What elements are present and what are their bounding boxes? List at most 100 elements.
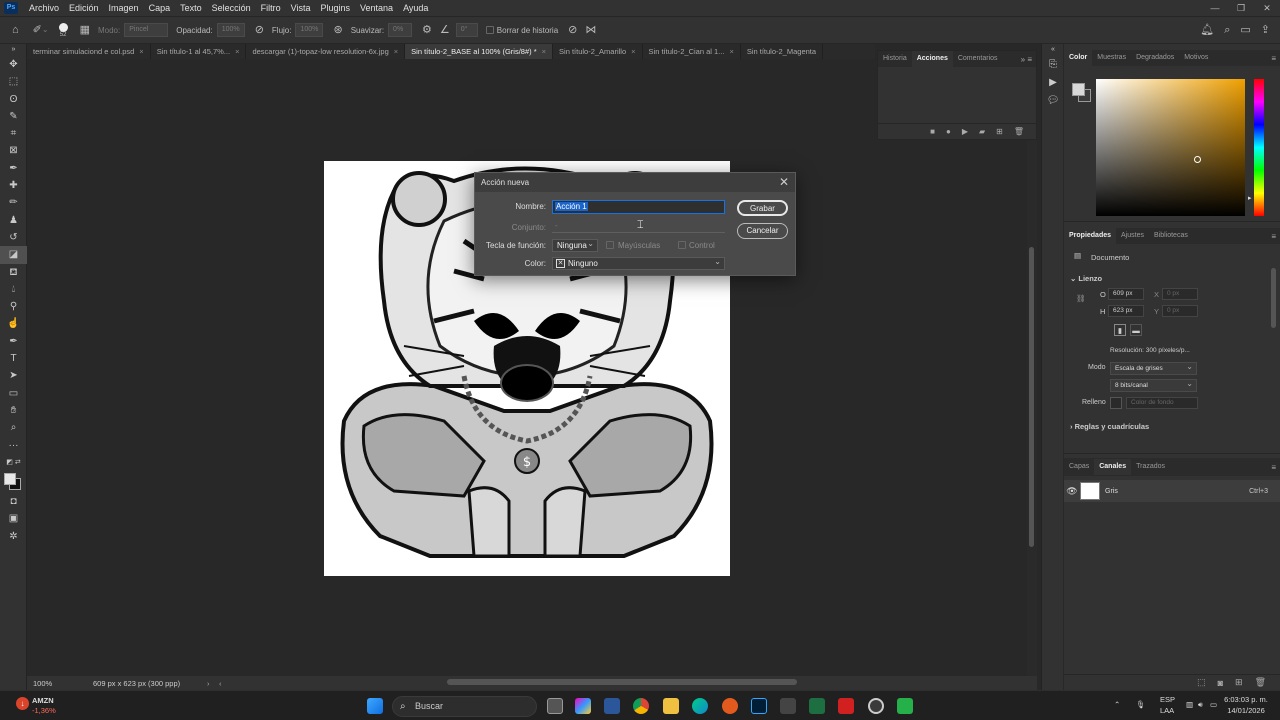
restore-icon[interactable]: ❐	[1228, 0, 1254, 16]
load-selection-icon[interactable]: ⬚	[1197, 677, 1206, 688]
eraser-tool-active-icon[interactable]: ◪	[0, 246, 27, 264]
landscape-orientation-icon[interactable]: ▬	[1130, 324, 1142, 336]
photoshop-taskbar-icon[interactable]	[751, 698, 767, 714]
word-icon[interactable]	[604, 698, 620, 714]
whatsapp-icon[interactable]	[897, 698, 913, 714]
color-picker-handle[interactable]	[1194, 156, 1201, 163]
tab-comentarios[interactable]: Comentarios	[953, 51, 1003, 67]
visibility-eye-icon[interactable]: 👁︎	[1064, 486, 1080, 497]
pressure-size-icon[interactable]: ⊘	[568, 23, 577, 37]
excel-icon[interactable]	[809, 698, 825, 714]
document-tab[interactable]: Sin título-2_Amarillo ×	[553, 44, 643, 59]
control-checkbox[interactable]	[678, 241, 686, 249]
start-icon[interactable]	[367, 698, 383, 714]
bit-depth-select[interactable]: 8 bits/canal	[1110, 378, 1197, 392]
tab-ajustes[interactable]: Ajustes	[1116, 228, 1149, 244]
panel-menu-icon[interactable]: ≡	[1271, 232, 1280, 241]
save-selection-icon[interactable]: ◙	[1218, 678, 1223, 688]
share-icon[interactable]: ⇪	[1261, 23, 1270, 37]
swap-colors-icon[interactable]: ◩ ⇄	[0, 454, 27, 471]
app-g-icon[interactable]	[722, 698, 738, 714]
tab-color[interactable]: Color	[1064, 50, 1093, 66]
brush-settings-icon[interactable]: ▦	[80, 23, 90, 37]
task-view-icon[interactable]	[547, 698, 563, 714]
foreground-color-swatch[interactable]	[4, 473, 16, 486]
brush-preset-picker[interactable]: 52	[58, 22, 68, 38]
eyedropper-tool-icon[interactable]: ✒	[0, 160, 27, 177]
zoom-level[interactable]: 100%	[33, 679, 83, 688]
tab-propiedades[interactable]: Propiedades	[1064, 228, 1117, 244]
width-field[interactable]: 609 px	[1108, 288, 1144, 300]
chevron-down-icon[interactable]: ⌄	[42, 23, 49, 37]
lienzo-section[interactable]: ⌄ Lienzo	[1070, 274, 1102, 283]
play-icon[interactable]: ▶	[962, 127, 968, 136]
menu-imagen[interactable]: Imagen	[104, 0, 144, 16]
battery-icon[interactable]: ▭	[1210, 700, 1217, 710]
color-swatches[interactable]	[0, 471, 27, 493]
blur-tool-icon[interactable]: 💧︎	[0, 281, 27, 298]
microphone-icon[interactable]: 🎙︎	[1136, 700, 1146, 710]
menu-capa[interactable]: Capa	[144, 0, 176, 16]
marquee-tool-icon[interactable]: ⬚	[0, 73, 27, 90]
keyboard-layout-indicator[interactable]: LAA	[1160, 706, 1174, 716]
stop-icon[interactable]: ■	[930, 127, 935, 136]
lasso-tool-icon[interactable]: ʘ	[0, 91, 27, 108]
move-tool-icon[interactable]: ✥	[0, 56, 27, 73]
new-channel-icon[interactable]: ⊞	[1235, 677, 1243, 688]
action-name-input[interactable]: Acción 1	[552, 200, 725, 214]
rectangle-tool-icon[interactable]: ▭	[0, 385, 27, 402]
comments-icon[interactable]: 💬︎	[1042, 92, 1064, 110]
eraser-tool-icon[interactable]: ✐	[33, 23, 42, 37]
menu-texto[interactable]: Texto	[175, 0, 207, 16]
document-tab[interactable]: Sin título-1 al 45,7%... ×	[151, 44, 247, 59]
new-set-folder-icon[interactable]: ▰	[979, 127, 985, 136]
history-brush-tool-icon[interactable]: ↺	[0, 229, 27, 246]
close-tab-icon[interactable]: ×	[139, 47, 143, 56]
language-indicator[interactable]: ESP	[1160, 695, 1175, 705]
close-tab-icon[interactable]: ×	[394, 47, 398, 56]
opacity-field[interactable]: 100%	[216, 23, 245, 37]
healing-tool-icon[interactable]: ✚	[0, 177, 27, 194]
path-select-tool-icon[interactable]: ➤	[0, 367, 27, 384]
color-field[interactable]	[1096, 79, 1245, 216]
smoothing-field[interactable]: 0%	[388, 23, 413, 37]
properties-scrollbar[interactable]	[1271, 268, 1276, 328]
collapse-icon[interactable]: «	[1042, 44, 1064, 56]
quick-mask-icon[interactable]: ◘	[0, 493, 27, 510]
close-icon[interactable]: ✕	[779, 173, 789, 191]
workspace-icon[interactable]: ▭	[1240, 23, 1250, 37]
pressure-opacity-icon[interactable]: ⊘	[255, 23, 264, 37]
record-icon[interactable]: ●	[946, 127, 951, 136]
hue-slider[interactable]	[1254, 79, 1264, 216]
tab-historia[interactable]: Historia	[878, 51, 912, 67]
menu-plugins[interactable]: Plugins	[316, 0, 356, 16]
tab-capas[interactable]: Capas	[1064, 459, 1094, 475]
symmetry-icon[interactable]: ⋈	[585, 23, 596, 37]
gear-icon[interactable]: ⚙	[422, 23, 432, 37]
close-tab-icon[interactable]: ×	[235, 47, 239, 56]
tab-acciones[interactable]: Acciones	[911, 51, 953, 67]
close-tab-icon[interactable]: ×	[631, 47, 635, 56]
pen-tool-icon[interactable]: ✒	[0, 333, 27, 350]
menu-archivo[interactable]: Archivo	[24, 0, 64, 16]
color-mode-select[interactable]: Escala de grises	[1110, 361, 1197, 375]
network-icon[interactable]: ▥	[1186, 700, 1193, 710]
channel-row[interactable]: 👁︎ Gris Ctrl+3	[1064, 480, 1280, 502]
hue-marker-icon[interactable]: ▸	[1248, 194, 1252, 202]
close-window-icon[interactable]: ✕	[1254, 0, 1280, 16]
document-tab[interactable]: Sin título-2_Magenta	[741, 44, 824, 59]
tab-bibliotecas[interactable]: Bibliotecas	[1149, 228, 1193, 244]
frame-tool-icon[interactable]: ⊠	[0, 142, 27, 159]
erase-history-checkbox[interactable]	[485, 26, 494, 34]
tab-canales[interactable]: Canales	[1094, 459, 1132, 475]
shift-checkbox[interactable]	[606, 241, 614, 249]
panel-menu-icon[interactable]: ≡	[1271, 54, 1280, 63]
volume-icon[interactable]: 🔊︎	[1198, 700, 1203, 710]
tab-muestras[interactable]: Muestras	[1092, 50, 1131, 66]
minimize-icon[interactable]: —	[1202, 0, 1228, 16]
tab-motivos[interactable]: Motivos	[1179, 50, 1213, 66]
panel-menu-icon[interactable]: ≡	[1271, 463, 1280, 472]
cancel-button[interactable]: Cancelar	[737, 223, 788, 239]
quick-select-tool-icon[interactable]: ✎	[0, 108, 27, 125]
brush-tool-icon[interactable]: ✏	[0, 194, 27, 211]
